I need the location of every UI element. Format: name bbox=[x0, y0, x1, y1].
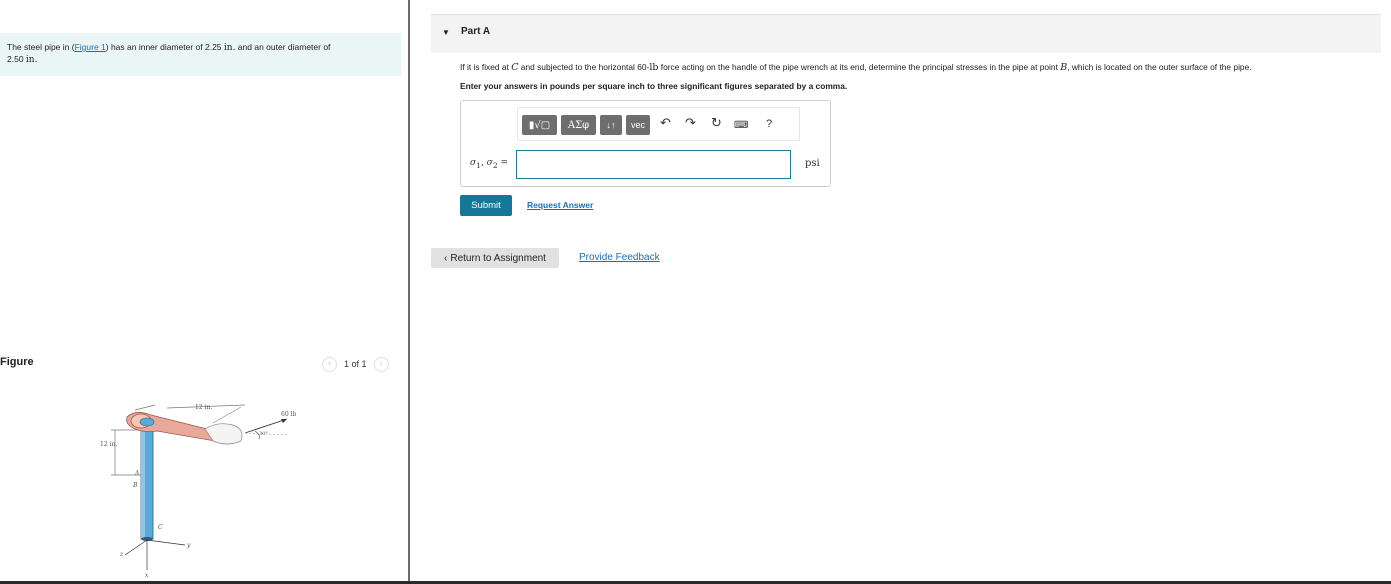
unit-label: psi bbox=[805, 158, 820, 169]
unit-in-1: in. bbox=[223, 43, 236, 53]
return-label: Return to Assignment bbox=[450, 252, 546, 264]
label-len-top: 12 in. bbox=[195, 404, 212, 411]
problem-statement: The steel pipe in (Figure 1) has an inne… bbox=[0, 33, 401, 76]
instruction-text: Enter your answers in pounds per square … bbox=[460, 81, 848, 91]
part-title: Part A bbox=[461, 26, 491, 37]
label-axis-y: y bbox=[186, 542, 191, 549]
label-eq: = bbox=[497, 158, 509, 168]
undo-icon[interactable]: ↶ bbox=[660, 117, 671, 131]
chevron-left-icon[interactable]: ‹ bbox=[322, 356, 337, 372]
chevron-left-icon: ‹ bbox=[444, 252, 448, 264]
label-len-left: 12 in. bbox=[100, 441, 117, 448]
chevron-right-icon[interactable]: › bbox=[373, 356, 389, 372]
submit-button[interactable]: Submit bbox=[460, 195, 512, 216]
label-point-b: B bbox=[132, 482, 138, 489]
help-button[interactable]: ? bbox=[766, 117, 772, 131]
pipe-wrench-figure: 12 in. 60 lb 30° 12 in. A B C y z x bbox=[100, 404, 296, 579]
answer-box: ▮√▢ ΑΣφ ↓↑ vec ↶ ↷ ↻ ⌨ ? σ1, σ2 = psi bbox=[460, 100, 831, 187]
pager-count: 1 of 1 bbox=[344, 359, 367, 369]
intro-text-3: and an outer diameter of bbox=[235, 42, 331, 52]
label-point-a: A bbox=[134, 470, 140, 477]
question-text-4: , which is located on the outer surface … bbox=[1067, 62, 1252, 72]
label-force: 60 lb bbox=[281, 411, 296, 418]
figure-link[interactable]: Figure 1 bbox=[75, 42, 106, 52]
arrows-button[interactable]: ↓↑ bbox=[600, 115, 622, 135]
question-text-2: and subjected to the horizontal 60- bbox=[518, 62, 650, 72]
intro-text-2: ) has an inner diameter of 2.25 bbox=[105, 42, 224, 52]
templates-button[interactable]: ▮√▢ bbox=[522, 115, 557, 135]
answer-input[interactable] bbox=[516, 150, 791, 179]
question-text-1: If it is fixed at bbox=[460, 62, 512, 72]
figure-title: Figure bbox=[0, 356, 34, 368]
vec-button[interactable]: vec bbox=[626, 115, 650, 135]
question-text: If it is fixed at C and subjected to the… bbox=[460, 62, 1252, 73]
answer-label: σ1, σ2 = bbox=[470, 158, 508, 170]
part-a-header[interactable]: ▼ Part A bbox=[431, 14, 1381, 53]
left-panel: The steel pipe in (Figure 1) has an inne… bbox=[0, 0, 410, 584]
label-axis-z: z bbox=[119, 551, 124, 558]
reset-icon[interactable]: ↻ bbox=[711, 117, 722, 131]
symbols-label: ΑΣφ bbox=[567, 119, 590, 131]
redo-icon[interactable]: ↷ bbox=[685, 117, 696, 131]
figure-pager: ‹ 1 of 1 › bbox=[322, 356, 389, 372]
provide-feedback-link[interactable]: Provide Feedback bbox=[579, 252, 660, 263]
question-text-3: force acting on the handle of the pipe w… bbox=[658, 62, 1061, 72]
label-axis-x: x bbox=[145, 572, 149, 579]
unit-in-2: in. bbox=[25, 55, 38, 65]
label-point-c: C bbox=[158, 524, 163, 531]
label-angle: 30° bbox=[259, 431, 268, 437]
templates-label: ▮√▢ bbox=[528, 119, 551, 131]
math-toolbar: ▮√▢ ΑΣφ ↓↑ vec ↶ ↷ ↻ ⌨ ? bbox=[517, 107, 800, 141]
vec-label: vec bbox=[630, 120, 645, 130]
request-answer-link[interactable]: Request Answer bbox=[527, 200, 593, 210]
symbols-button[interactable]: ΑΣφ bbox=[561, 115, 596, 135]
keyboard-icon[interactable]: ⌨ bbox=[734, 119, 748, 133]
outer-diameter-value: 2.50 bbox=[7, 54, 26, 64]
arrows-label: ↓↑ bbox=[606, 120, 616, 130]
caret-down-icon[interactable]: ▼ bbox=[442, 28, 450, 37]
intro-text-1: The steel pipe in ( bbox=[7, 42, 75, 52]
return-to-assignment-button[interactable]: ‹ Return to Assignment bbox=[431, 248, 559, 268]
